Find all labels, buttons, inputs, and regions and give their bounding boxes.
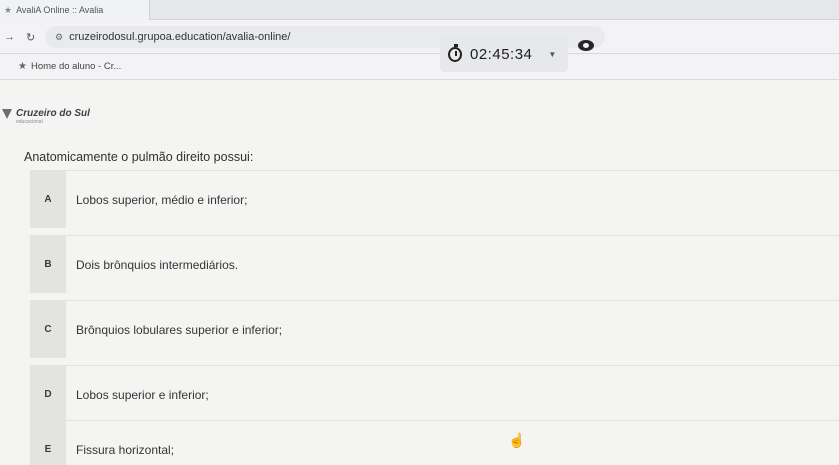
- option-a[interactable]: A Lobos superior, médio e inferior;: [30, 170, 839, 228]
- bookmark-label: Home do aluno - Cr...: [30, 61, 122, 72]
- logo: Cruzeiro do Sul educacional: [2, 108, 90, 125]
- question-text: Anatomicamente o pulmão direito possui:: [24, 150, 254, 164]
- option-letter: E: [30, 421, 66, 465]
- option-text: Lobos superior, médio e inferior;: [76, 192, 248, 207]
- url-text: cruzeirodosul.grupoa.education/avalia-on…: [69, 31, 291, 43]
- option-letter: C: [30, 301, 66, 358]
- exam-timer: 02:45:34 ▼: [440, 36, 568, 72]
- tab-title: AvaliA Online :: Avalia: [16, 5, 104, 15]
- hand-cursor-icon: ☝: [508, 432, 526, 448]
- option-letter: D: [30, 366, 66, 423]
- favicon-icon: ★: [4, 4, 13, 15]
- option-text: Brônquios lobulares superior e inferior;: [76, 322, 283, 337]
- logo-subtext: educacional: [16, 119, 43, 125]
- site-info-icon[interactable]: ⚙: [55, 32, 63, 43]
- logo-text: Cruzeiro do Sul: [16, 108, 90, 119]
- browser-toolbar: → ↻ ⚙ cruzeirodosul.grupoa.education/ava…: [0, 20, 839, 54]
- option-b[interactable]: B Dois brônquios intermediários.: [30, 235, 839, 293]
- option-text: Lobos superior e inferior;: [76, 387, 209, 402]
- bookmarks-bar: ★ Home do aluno - Cr...: [0, 54, 839, 80]
- bookmark-home-aluno[interactable]: ★ Home do aluno - Cr...: [18, 61, 121, 72]
- option-c[interactable]: C Brônquios lobulares superior e inferio…: [30, 300, 839, 358]
- option-text: Fissura horizontal;: [76, 442, 175, 457]
- eye-icon[interactable]: [578, 40, 594, 51]
- logo-mark-icon: [2, 108, 12, 119]
- stopwatch-icon: [448, 43, 462, 62]
- timer-value: 02:45:34: [470, 45, 533, 63]
- reload-icon[interactable]: ↻: [26, 31, 35, 44]
- chevron-down-icon[interactable]: ▼: [548, 50, 556, 59]
- option-letter: A: [30, 171, 66, 228]
- forward-icon[interactable]: →: [4, 31, 15, 43]
- option-text: Dois brônquios intermediários.: [76, 257, 239, 272]
- option-d[interactable]: D Lobos superior e inferior;: [30, 365, 839, 423]
- option-letter: B: [30, 236, 66, 293]
- tab-bar: ★ AvaliA Online :: Avalia: [0, 0, 839, 20]
- option-e[interactable]: E Fissura horizontal;: [30, 420, 839, 465]
- browser-tab[interactable]: ★ AvaliA Online :: Avalia: [0, 0, 150, 20]
- bookmark-star-icon: ★: [18, 61, 27, 72]
